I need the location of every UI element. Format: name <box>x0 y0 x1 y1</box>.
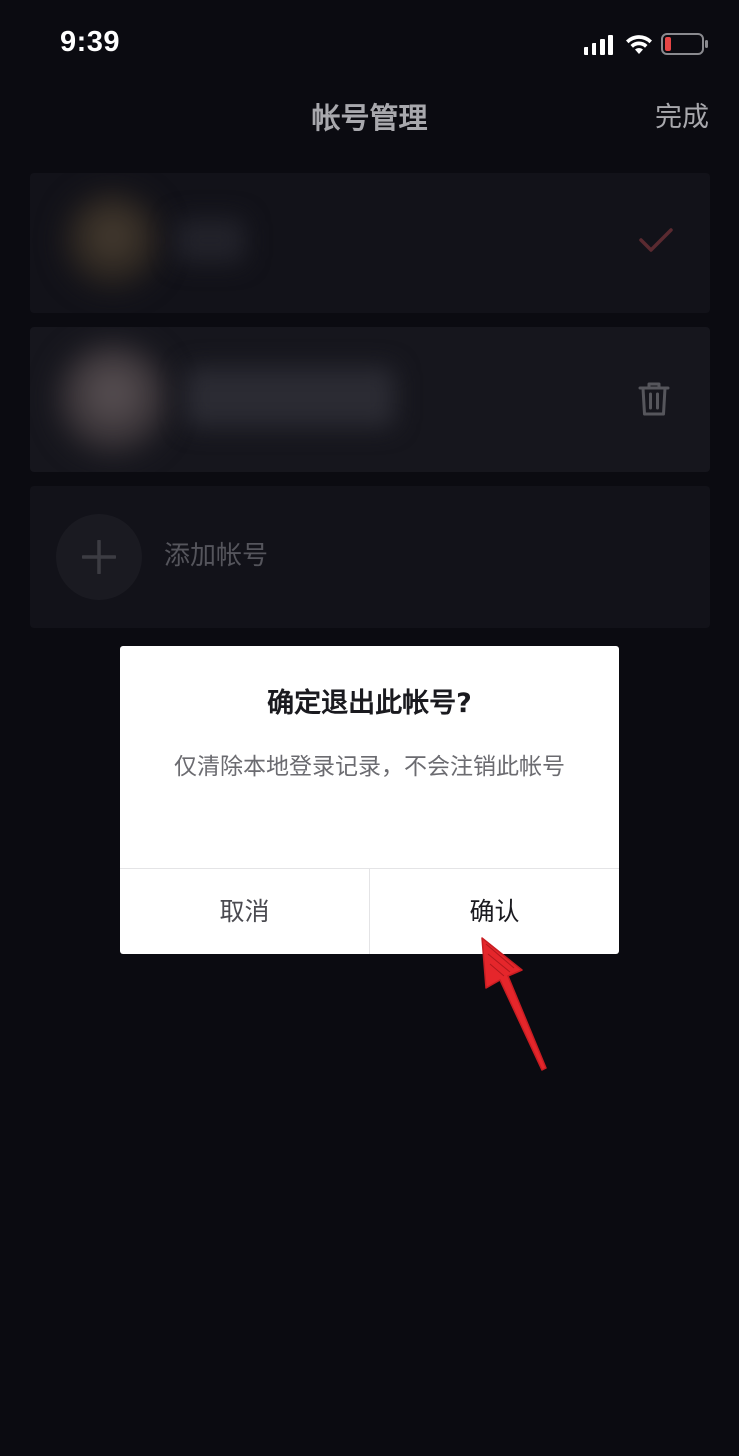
wifi-icon <box>626 35 652 54</box>
signal-icon <box>584 35 613 55</box>
add-account-label: 添加帐号 <box>164 541 269 571</box>
avatar <box>58 344 168 454</box>
check-icon <box>639 228 673 252</box>
add-account-row[interactable]: 添加帐号 <box>30 486 710 628</box>
done-button[interactable]: 完成 <box>655 100 709 136</box>
page-title: 帐号管理 <box>311 101 428 135</box>
add-account-circle[interactable] <box>56 514 142 600</box>
account-row-other[interactable] <box>30 327 710 472</box>
account-row-current[interactable] <box>30 173 710 313</box>
battery-icon <box>661 33 708 55</box>
avatar <box>65 193 160 288</box>
status-bar: 9:39 <box>0 0 739 80</box>
logout-confirm-dialog: 确定退出此帐号? 仅清除本地登录记录，不会注销此帐号 取消 确认 <box>120 646 619 954</box>
account-name-blurred <box>175 218 245 263</box>
annotation-arrow-icon <box>481 937 547 1071</box>
cancel-button[interactable]: 取消 <box>120 869 369 954</box>
dialog-title: 确定退出此帐号? <box>267 688 472 719</box>
plus-icon <box>82 540 116 574</box>
trash-icon[interactable] <box>638 381 670 417</box>
status-time: 9:39 <box>60 26 121 58</box>
dialog-message: 仅清除本地登录记录，不会注销此帐号 <box>174 754 565 780</box>
account-name-blurred <box>185 367 395 427</box>
